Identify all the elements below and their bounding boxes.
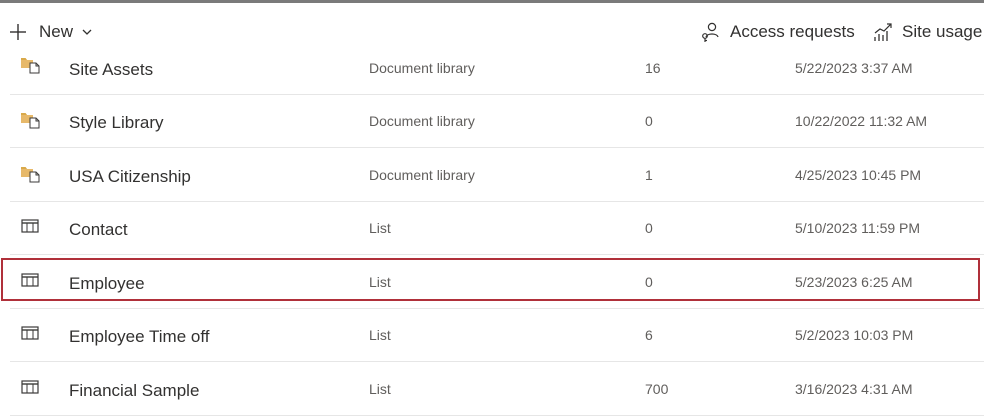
- list-item[interactable]: Employee List 0 5/23/2023 6:25 AM: [10, 256, 984, 309]
- item-modified: 5/22/2023 3:37 AM: [795, 60, 913, 76]
- item-name[interactable]: Financial Sample: [69, 381, 199, 401]
- chart-usage-icon: [874, 23, 892, 41]
- item-modified: 5/2/2023 10:03 PM: [795, 327, 914, 343]
- people-key-icon: [702, 22, 719, 42]
- item-name[interactable]: Style Library: [69, 113, 163, 133]
- item-count: 0: [645, 220, 653, 236]
- list-icon: [21, 326, 39, 340]
- chevron-down-icon[interactable]: [81, 26, 93, 38]
- list-item[interactable]: Contact List 0 5/10/2023 11:59 PM: [10, 202, 984, 255]
- plus-icon: [10, 24, 26, 40]
- item-modified: 5/23/2023 6:25 AM: [795, 274, 913, 290]
- item-type: List: [369, 327, 391, 343]
- list-item[interactable]: Style Library Document library 0 10/22/2…: [10, 95, 984, 148]
- item-modified: 5/10/2023 11:59 PM: [795, 220, 921, 236]
- item-type: Document library: [369, 113, 475, 129]
- item-type: Document library: [369, 60, 475, 76]
- document-library-icon: [21, 58, 40, 74]
- item-name[interactable]: USA Citizenship: [69, 167, 191, 187]
- item-type: List: [369, 274, 391, 290]
- item-type: Document library: [369, 167, 475, 183]
- item-modified: 3/16/2023 4:31 AM: [795, 381, 913, 397]
- list-item[interactable]: USA Citizenship Document library 1 4/25/…: [10, 149, 984, 202]
- document-library-icon: [21, 167, 40, 183]
- list-item[interactable]: Site Assets Document library 16 5/22/202…: [10, 42, 984, 95]
- item-name[interactable]: Site Assets: [69, 60, 153, 80]
- item-modified: 10/22/2022 11:32 AM: [795, 113, 928, 129]
- item-count: 1: [645, 167, 653, 183]
- item-count: 700: [645, 381, 669, 397]
- access-requests-label: Access requests: [730, 22, 855, 41]
- list-item[interactable]: Employee Time off List 6 5/2/2023 10:03 …: [10, 309, 984, 362]
- item-modified: 4/25/2023 10:45 PM: [795, 167, 922, 183]
- site-usage-label: Site usage: [902, 22, 983, 41]
- item-type: List: [369, 381, 391, 397]
- item-count: 0: [645, 113, 653, 129]
- document-library-icon: [21, 113, 40, 129]
- item-count: 0: [645, 274, 653, 290]
- item-name[interactable]: Employee: [69, 274, 145, 294]
- list-item[interactable]: Financial Sample List 700 3/16/2023 4:31…: [10, 363, 984, 416]
- item-name[interactable]: Contact: [69, 220, 128, 240]
- list-icon: [21, 273, 39, 287]
- list-icon: [21, 380, 39, 394]
- item-count: 6: [645, 327, 653, 343]
- list-icon: [21, 219, 39, 233]
- item-type: List: [369, 220, 391, 236]
- item-count: 16: [645, 60, 661, 76]
- new-button-label: New: [39, 22, 74, 41]
- item-name[interactable]: Employee Time off: [69, 327, 209, 347]
